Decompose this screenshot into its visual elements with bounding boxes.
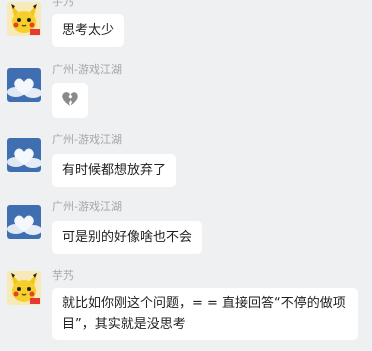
message-bubble[interactable]: 有时候都想放弃了 xyxy=(52,154,177,187)
broken-heart-icon xyxy=(62,92,78,106)
sender-name: 芋艿 xyxy=(52,269,74,282)
sender-name: 广州-游戏江湖 xyxy=(52,63,122,76)
sender-name: 广州-游戏江湖 xyxy=(52,200,122,213)
cloud-heart-avatar[interactable] xyxy=(7,138,41,172)
message-bubble[interactable]: 思考太少 xyxy=(52,14,125,47)
message-bubble[interactable]: 可是别的好像啥也不会 xyxy=(52,221,203,254)
cloud-heart-avatar[interactable] xyxy=(7,68,41,102)
sender-name: 芋艿 xyxy=(52,0,74,8)
cloud-heart-avatar[interactable] xyxy=(7,205,41,239)
message-bubble[interactable]: 就比如你刚这个问题，= = 直接回答“不停的做项目”，其实就是没思考 xyxy=(52,288,358,340)
sender-name: 广州-游戏江湖 xyxy=(52,133,122,146)
pikachu-avatar[interactable] xyxy=(7,271,41,305)
pikachu-avatar[interactable] xyxy=(7,2,41,36)
message-bubble[interactable] xyxy=(52,83,88,118)
